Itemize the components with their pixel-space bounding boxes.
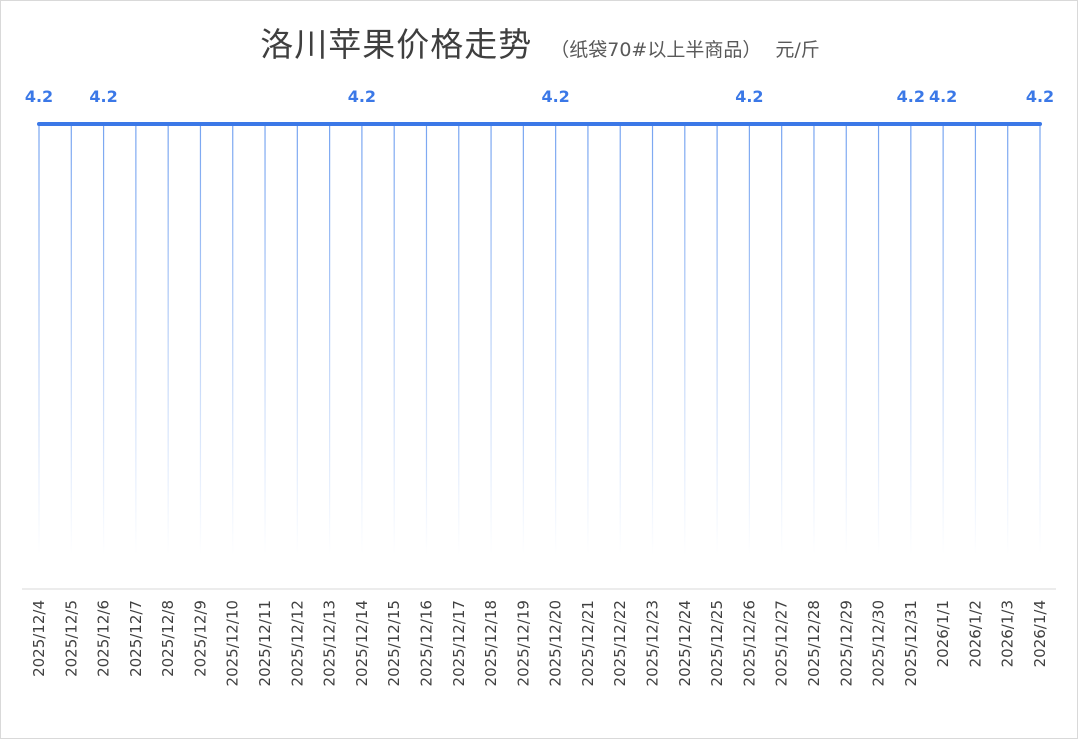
x-tick-label: 2025/12/30 — [870, 600, 888, 686]
x-tick-label: 2025/12/22 — [611, 600, 629, 686]
x-tick-label: 2025/12/26 — [740, 600, 758, 686]
x-tick-label: 2025/12/12 — [288, 600, 306, 686]
x-tick-label: 2025/12/9 — [191, 600, 209, 677]
x-tick-label: 2025/12/17 — [450, 600, 468, 686]
drop-line — [135, 124, 137, 555]
drop-line — [684, 124, 686, 555]
drop-line — [38, 124, 40, 555]
x-tick-label: 2025/12/4 — [30, 600, 48, 677]
x-tick-label: 2025/12/27 — [773, 600, 791, 686]
drop-line — [393, 124, 395, 555]
x-tick-label: 2025/12/7 — [127, 600, 145, 677]
x-tick-label: 2026/1/1 — [934, 600, 952, 667]
x-tick-label: 2025/12/24 — [676, 600, 694, 686]
x-tick-label: 2025/12/23 — [644, 600, 662, 686]
x-tick-label: 2026/1/4 — [1031, 600, 1049, 667]
data-label: 4.2 — [89, 87, 117, 106]
x-tick-label: 2025/12/28 — [805, 600, 823, 686]
data-label: 4.2 — [897, 87, 925, 106]
drop-line — [264, 124, 266, 555]
drop-line — [1039, 124, 1041, 555]
drop-line — [1007, 124, 1009, 555]
drop-line — [748, 124, 750, 555]
drop-line — [425, 124, 428, 555]
data-label: 4.2 — [25, 87, 53, 106]
data-label: 4.2 — [348, 87, 376, 106]
x-tick-label: 2025/12/15 — [385, 600, 403, 686]
drop-line — [232, 124, 234, 555]
x-tick-label: 2025/12/10 — [224, 600, 242, 686]
x-tick-label: 2025/12/8 — [159, 600, 177, 677]
drop-line — [296, 124, 298, 555]
x-tick-label: 2025/12/13 — [321, 600, 339, 686]
drop-line — [329, 124, 331, 555]
drop-line — [361, 124, 363, 555]
drop-line — [490, 124, 492, 555]
data-label: 4.2 — [541, 87, 569, 106]
drop-line — [942, 124, 944, 555]
drop-line — [910, 124, 912, 555]
x-tick-label: 2025/12/5 — [62, 600, 80, 677]
drop-lines — [38, 124, 1041, 555]
x-tick-label: 2025/12/31 — [902, 600, 920, 686]
x-tick-label: 2026/1/3 — [999, 600, 1017, 667]
x-tick-label: 2025/12/19 — [514, 600, 532, 686]
x-tick-label: 2025/12/25 — [708, 600, 726, 686]
drop-line — [813, 124, 815, 555]
drop-line — [555, 124, 557, 555]
price-area-chart: 4.2 4.2 4.2 4.2 4.2 4.2 4.2 4.2 2025/12/4 2025/1… — [22, 87, 1056, 686]
x-tick-label: 2026/1/2 — [966, 600, 984, 667]
x-tick-label: 2025/12/6 — [95, 600, 113, 677]
drop-line — [102, 124, 105, 555]
data-labels: 4.2 4.2 4.2 4.2 4.2 4.2 4.2 4.2 — [25, 87, 1054, 106]
drop-line — [70, 124, 72, 555]
drop-line — [619, 124, 621, 555]
drop-line — [974, 124, 977, 555]
x-tick-label: 2025/12/11 — [256, 600, 274, 686]
x-tick-label: 2025/12/21 — [579, 600, 597, 686]
x-tick-label: 2025/12/16 — [417, 600, 435, 686]
drop-line — [877, 124, 880, 555]
drop-line — [845, 124, 847, 555]
drop-line — [651, 124, 654, 555]
data-label: 4.2 — [1026, 87, 1054, 106]
data-label: 4.2 — [735, 87, 763, 106]
x-tick-labels: 2025/12/4 2025/12/5 2025/12/6 2025/12/7 2025… — [30, 600, 1049, 686]
data-label: 4.2 — [929, 87, 957, 106]
drop-line — [716, 124, 718, 555]
drop-line — [522, 124, 524, 555]
drop-line — [167, 124, 169, 555]
drop-line — [199, 124, 202, 555]
drop-line — [781, 124, 783, 555]
x-tick-label: 2025/12/14 — [353, 600, 371, 686]
x-tick-label: 2025/12/29 — [837, 600, 855, 686]
x-tick-label: 2025/12/20 — [547, 600, 565, 686]
x-tick-label: 2025/12/18 — [482, 600, 500, 686]
drop-line — [587, 124, 589, 555]
drop-line — [458, 124, 460, 555]
